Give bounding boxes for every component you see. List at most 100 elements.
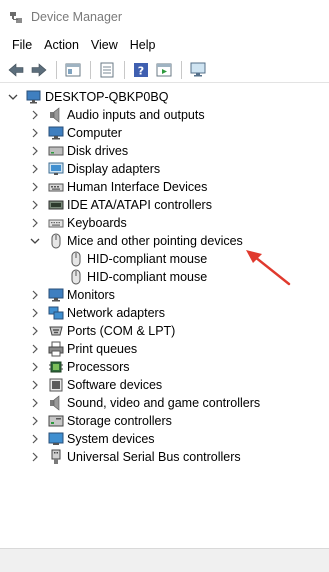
toolbar-separator bbox=[124, 60, 125, 79]
tree-category-print-queues[interactable]: Print queues bbox=[28, 340, 137, 358]
tree-category-computer[interactable]: Computer bbox=[28, 124, 122, 142]
tree-root-label: DESKTOP-QBKP0BQ bbox=[45, 90, 169, 104]
keyboard-icon bbox=[48, 215, 64, 231]
tree-category-label: Print queues bbox=[67, 342, 138, 356]
chevron-right-icon[interactable] bbox=[28, 376, 42, 394]
menu-bar: File Action View Help bbox=[0, 34, 329, 56]
tree-category-label: Processors bbox=[67, 360, 130, 374]
mouse-icon bbox=[48, 233, 64, 249]
toolbar-separator bbox=[181, 60, 182, 79]
tree-category-disk-drives[interactable]: Disk drives bbox=[28, 142, 128, 160]
chevron-down-icon[interactable] bbox=[28, 232, 42, 250]
chevron-right-icon[interactable] bbox=[28, 142, 42, 160]
system-device-icon bbox=[48, 431, 64, 447]
tree-category-label: Audio inputs and outputs bbox=[67, 108, 205, 122]
ide-controller-icon bbox=[48, 197, 64, 213]
tree-category-label: Network adapters bbox=[67, 306, 165, 320]
tree-category-sound-video-and-game-controllers[interactable]: Sound, video and game controllers bbox=[28, 394, 260, 412]
menu-file[interactable]: File bbox=[6, 34, 38, 56]
tree-root[interactable]: DESKTOP-QBKP0BQ bbox=[6, 88, 168, 106]
tree-category-label: Ports (COM & LPT) bbox=[67, 324, 176, 338]
title-bar: Device Manager bbox=[0, 0, 329, 34]
svg-text:?: ? bbox=[138, 64, 144, 77]
monitor-icon bbox=[48, 287, 64, 303]
window-title: Device Manager bbox=[31, 10, 123, 24]
network-adapter-icon bbox=[48, 305, 64, 321]
menu-view[interactable]: View bbox=[85, 34, 124, 56]
chevron-right-icon[interactable] bbox=[28, 124, 42, 142]
chevron-right-icon[interactable] bbox=[28, 448, 42, 466]
chevron-right-icon[interactable] bbox=[28, 178, 42, 196]
computer-icon bbox=[26, 89, 42, 105]
tree-category-universal-serial-bus-controllers[interactable]: Universal Serial Bus controllers bbox=[28, 448, 241, 466]
speaker-icon bbox=[48, 395, 64, 411]
chevron-right-icon[interactable] bbox=[28, 322, 42, 340]
chevron-right-icon[interactable] bbox=[28, 196, 42, 214]
hid-icon bbox=[48, 179, 64, 195]
chevron-right-icon[interactable] bbox=[28, 160, 42, 178]
run-icon[interactable] bbox=[153, 59, 175, 81]
tree-category-software-devices[interactable]: Software devices bbox=[28, 376, 162, 394]
tree-category-human-interface-devices[interactable]: Human Interface Devices bbox=[28, 178, 207, 196]
back-icon[interactable] bbox=[5, 59, 27, 81]
device-manager-app-icon bbox=[8, 9, 24, 25]
software-device-icon bbox=[48, 377, 64, 393]
tree-category-network-adapters[interactable]: Network adapters bbox=[28, 304, 165, 322]
tree-category-processors[interactable]: Processors bbox=[28, 358, 130, 376]
tree-category-storage-controllers[interactable]: Storage controllers bbox=[28, 412, 172, 430]
menu-action[interactable]: Action bbox=[38, 34, 85, 56]
monitor-scan-icon[interactable] bbox=[187, 59, 209, 81]
tree-device-hid-compliant-mouse[interactable]: HID-compliant mouse bbox=[68, 250, 207, 268]
help-icon[interactable]: ? bbox=[130, 59, 152, 81]
mouse-icon bbox=[68, 269, 84, 285]
storage-controller-icon bbox=[48, 413, 64, 429]
chevron-right-icon[interactable] bbox=[28, 106, 42, 124]
tree-category-label: Monitors bbox=[67, 288, 115, 302]
properties-panel-icon[interactable] bbox=[62, 59, 84, 81]
usb-icon bbox=[48, 449, 64, 465]
chevron-right-icon[interactable] bbox=[28, 412, 42, 430]
processor-icon bbox=[48, 359, 64, 375]
chevron-right-icon[interactable] bbox=[28, 430, 42, 448]
tree-category-label: Disk drives bbox=[67, 144, 129, 158]
tree-category-system-devices[interactable]: System devices bbox=[28, 430, 155, 448]
toolbar-separator bbox=[56, 60, 57, 79]
annotation-arrow bbox=[246, 250, 291, 286]
tree-category-label: Keyboards bbox=[67, 216, 127, 230]
tree-device-hid-compliant-mouse[interactable]: HID-compliant mouse bbox=[68, 268, 207, 286]
status-bar bbox=[0, 548, 329, 572]
tree-category-monitors[interactable]: Monitors bbox=[28, 286, 115, 304]
computer-icon bbox=[48, 125, 64, 141]
printer-icon bbox=[48, 341, 64, 357]
tree-category-display-adapters[interactable]: Display adapters bbox=[28, 160, 160, 178]
chevron-right-icon[interactable] bbox=[28, 358, 42, 376]
chevron-right-icon[interactable] bbox=[28, 286, 42, 304]
tree-category-label: Sound, video and game controllers bbox=[67, 396, 261, 410]
mouse-icon bbox=[68, 251, 84, 267]
chevron-right-icon[interactable] bbox=[28, 340, 42, 358]
toolbar-separator bbox=[90, 60, 91, 79]
device-tree: DESKTOP-QBKP0BQ Audio inputs and outputs… bbox=[0, 86, 329, 546]
forward-icon[interactable] bbox=[28, 59, 50, 81]
tree-category-mice-and-other-pointing-devices[interactable]: Mice and other pointing devices bbox=[28, 232, 243, 250]
tree-category-label: IDE ATA/ATAPI controllers bbox=[67, 198, 212, 212]
toolbar: ? bbox=[0, 57, 329, 83]
speaker-icon bbox=[48, 107, 64, 123]
list-view-icon[interactable] bbox=[96, 59, 118, 81]
display-adapter-icon bbox=[48, 161, 64, 177]
tree-category-keyboards[interactable]: Keyboards bbox=[28, 214, 127, 232]
tree-category-ports-com-lpt[interactable]: Ports (COM & LPT) bbox=[28, 322, 175, 340]
tree-category-label: Mice and other pointing devices bbox=[67, 234, 243, 248]
tree-category-label: Computer bbox=[67, 126, 122, 140]
tree-category-audio-inputs-and-outputs[interactable]: Audio inputs and outputs bbox=[28, 106, 205, 124]
chevron-right-icon[interactable] bbox=[28, 394, 42, 412]
chevron-down-icon[interactable] bbox=[6, 88, 20, 106]
chevron-right-icon[interactable] bbox=[28, 214, 42, 232]
chevron-right-icon[interactable] bbox=[28, 304, 42, 322]
tree-device-label: HID-compliant mouse bbox=[87, 270, 208, 284]
tree-category-ide-ata-atapi-controllers[interactable]: IDE ATA/ATAPI controllers bbox=[28, 196, 212, 214]
disk-drive-icon bbox=[48, 143, 64, 159]
tree-category-label: Human Interface Devices bbox=[67, 180, 208, 194]
menu-help[interactable]: Help bbox=[124, 34, 162, 56]
tree-category-label: System devices bbox=[67, 432, 155, 446]
